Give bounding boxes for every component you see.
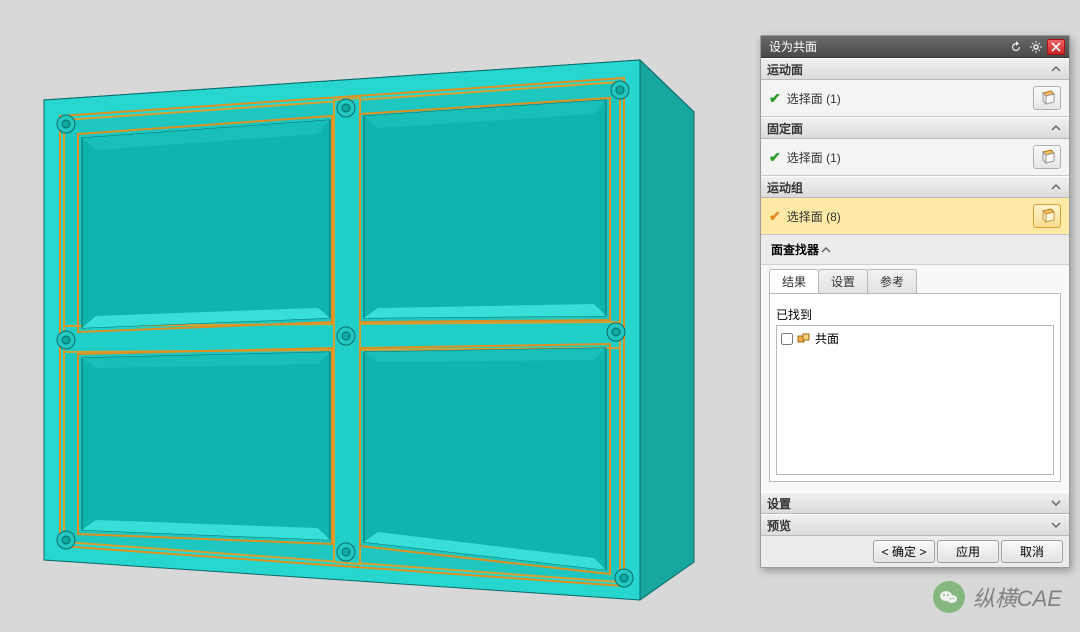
tab-reference[interactable]: 参考 [867,269,917,293]
list-item[interactable]: 共面 [781,330,1049,347]
section-header-motion-group[interactable]: 运动组 [761,176,1069,198]
select-face-label: 选择面 (8) [787,208,841,225]
found-list[interactable]: 共面 [776,325,1054,475]
select-face-label: 选择面 (1) [787,149,841,166]
face-filter-button[interactable] [1033,204,1061,228]
cancel-button[interactable]: 取消 [1001,540,1063,563]
face-filter-button[interactable] [1033,86,1061,110]
face-finder-header[interactable]: 面查找器 [761,235,1069,265]
model-svg [0,0,750,627]
chevron-up-icon [1049,180,1063,194]
wechat-icon [933,581,965,613]
motion-group-row[interactable]: ✔ 选择面 (8) [761,198,1069,235]
close-icon[interactable] [1047,39,1065,55]
check-icon: ✔ [769,208,781,225]
check-icon: ✔ [769,90,781,107]
section-header-preview[interactable]: 预览 [761,514,1069,536]
chevron-up-icon [1049,121,1063,135]
dialog-titlebar[interactable]: 设为共面 [761,36,1069,58]
chevron-up-icon [1049,62,1063,76]
chevron-down-icon [1049,496,1063,510]
watermark: 纵横CAE [933,581,1062,613]
finder-tabs: 结果 设置 参考 [769,269,1061,293]
section-header-motion-face[interactable]: 运动面 [761,58,1069,80]
section-header-fixed-face[interactable]: 固定面 [761,117,1069,139]
face-filter-button[interactable] [1033,145,1061,169]
finder-label: 面查找器 [771,241,819,258]
section-label: 运动组 [767,179,803,196]
dialog-button-row: < 确定 > 应用 取消 [761,536,1069,567]
dialog-title: 设为共面 [769,38,817,55]
watermark-text: 纵横CAE [973,581,1062,613]
motion-face-row[interactable]: ✔ 选择面 (1) [761,80,1069,117]
model-viewport[interactable] [0,0,750,627]
tab-results[interactable]: 结果 [769,269,819,293]
apply-button[interactable]: 应用 [937,540,999,563]
tab-settings[interactable]: 设置 [818,269,868,293]
list-item-label: 共面 [815,330,839,347]
fixed-face-row[interactable]: ✔ 选择面 (1) [761,139,1069,176]
section-label: 运动面 [767,61,803,78]
coplanar-icon [797,333,811,345]
reset-icon[interactable] [1007,39,1025,55]
settings-icon[interactable] [1027,39,1045,55]
chevron-up-icon [819,243,833,257]
check-icon: ✔ [769,149,781,166]
face-finder-body: 结果 设置 参考 已找到 共面 [761,265,1069,492]
make-coplanar-dialog: 设为共面 运动面 ✔ 选择面 (1) 固定面 ✔ 选择面 (1) 运动组 ✔ 选… [760,35,1070,568]
coplanar-checkbox[interactable] [781,333,793,345]
section-label: 预览 [767,517,791,534]
found-label: 已找到 [776,306,1054,323]
ok-button[interactable]: < 确定 > [873,540,935,563]
chevron-down-icon [1049,518,1063,532]
select-face-label: 选择面 (1) [787,90,841,107]
section-label: 设置 [767,495,791,512]
section-label: 固定面 [767,120,803,137]
section-header-settings[interactable]: 设置 [761,492,1069,514]
